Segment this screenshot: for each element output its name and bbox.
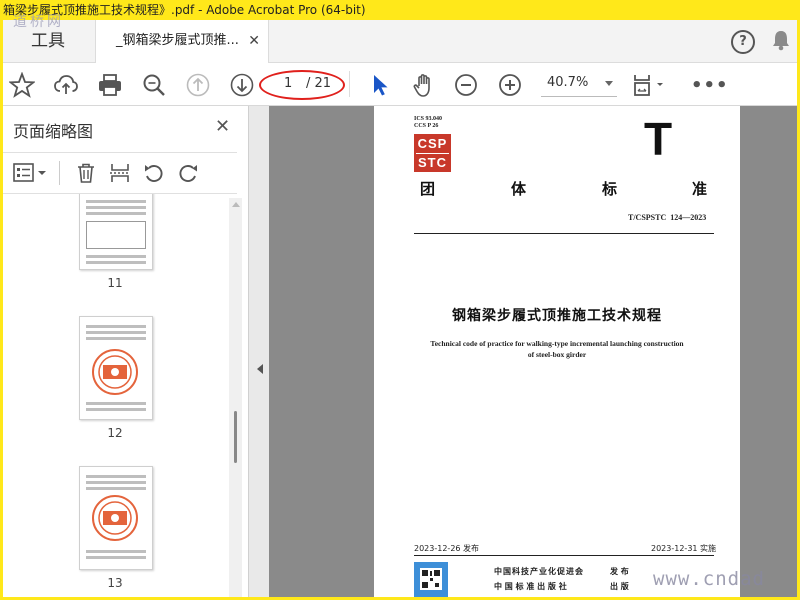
thumbnail-panel: 页面缩略图 ✕ 11 12 13 bbox=[3, 106, 249, 597]
logo-text-top: CSP bbox=[417, 136, 448, 151]
print-icon[interactable] bbox=[97, 72, 123, 98]
standard-code: T/CSPSTC 124—2023 bbox=[628, 213, 707, 222]
document-page[interactable]: ICS 93.040 CCS P 26 CSP STC T 团 体 标 准 T/… bbox=[374, 106, 740, 597]
scroll-up-icon[interactable] bbox=[232, 202, 240, 207]
toolbar-divider bbox=[349, 71, 350, 97]
toolbar: 1 / 21 40.7% ••• bbox=[3, 63, 797, 106]
standard-type-3: 标 bbox=[602, 180, 618, 198]
thumbnail-label: 13 bbox=[107, 576, 123, 590]
page-number-input[interactable]: 1 bbox=[284, 76, 292, 91]
cspstc-logo: CSP STC bbox=[414, 134, 451, 172]
page-thumbnail[interactable] bbox=[79, 466, 153, 570]
zoom-select[interactable]: 40.7% bbox=[541, 72, 617, 97]
page-fit-icon[interactable] bbox=[631, 72, 671, 98]
panel-collapse-handle[interactable] bbox=[249, 106, 269, 597]
thumbnail-list: 11 12 13 bbox=[3, 194, 229, 597]
header-rule bbox=[414, 233, 714, 234]
previous-page-icon[interactable] bbox=[185, 72, 211, 98]
page-thumbnail[interactable] bbox=[79, 316, 153, 420]
thumbnail-label: 11 bbox=[107, 276, 123, 290]
document-title-cn: 钢箱梁步履式顶推施工技术规程 bbox=[452, 308, 662, 324]
effective-date: 2023-12-31 实施 bbox=[651, 544, 717, 553]
scrollbar-thumb[interactable] bbox=[234, 411, 237, 463]
publisher-name-1: 中国科技产业化促进会 bbox=[494, 567, 584, 576]
thumbnail-label: 12 bbox=[107, 426, 123, 440]
tab-bar: 工具 _钢箱梁步履式顶推... ✕ ? bbox=[3, 20, 797, 63]
qr-code-icon bbox=[414, 562, 448, 597]
divider bbox=[59, 161, 60, 185]
publisher-name-2: 中 国 标 准 出 版 社 bbox=[494, 582, 567, 591]
more-options-icon[interactable]: ••• bbox=[691, 75, 729, 96]
publisher-action-2: 出 版 bbox=[610, 582, 629, 591]
panel-toolbar bbox=[3, 152, 237, 194]
standard-letter: T bbox=[644, 113, 673, 165]
options-menu-icon[interactable] bbox=[13, 163, 49, 183]
close-icon[interactable]: ✕ bbox=[248, 32, 260, 50]
logo-text-bottom: STC bbox=[418, 155, 447, 170]
page-total: / 21 bbox=[306, 76, 332, 91]
close-icon[interactable]: ✕ bbox=[215, 116, 230, 137]
ccs-code: CCS P 26 bbox=[414, 123, 439, 129]
delete-icon[interactable] bbox=[75, 162, 97, 184]
seal-stamp-icon bbox=[92, 495, 138, 541]
help-icon[interactable]: ? bbox=[731, 30, 755, 54]
zoom-out-icon[interactable] bbox=[453, 72, 479, 98]
watermark-top: 道桥网 bbox=[13, 14, 64, 30]
document-viewer: ICS 93.040 CCS P 26 CSP STC T 团 体 标 准 T/… bbox=[269, 106, 797, 597]
panel-title: 页面缩略图 bbox=[13, 122, 94, 141]
search-icon[interactable] bbox=[141, 72, 167, 98]
standard-type-2: 体 bbox=[511, 180, 527, 198]
title-bar: 箱梁步履式顶推施工技术规程》.pdf - Adobe Acrobat Pro (… bbox=[3, 0, 797, 20]
rotate-right-icon[interactable] bbox=[177, 162, 199, 184]
tab-document-title: _钢箱梁步履式顶推... bbox=[116, 33, 239, 48]
watermark-bottom: www.cndad bbox=[653, 568, 765, 590]
scrollbar[interactable] bbox=[229, 198, 242, 597]
publish-date: 2023-12-26 发布 bbox=[414, 544, 480, 553]
page-number-control[interactable]: 1 / 21 bbox=[259, 70, 345, 100]
highlight-ellipse bbox=[259, 70, 345, 100]
publisher-action-1: 发 布 bbox=[610, 567, 629, 576]
page-thumbnail[interactable] bbox=[79, 194, 153, 270]
logo-divider bbox=[416, 153, 449, 154]
seal-stamp-icon bbox=[92, 349, 138, 395]
ics-code: ICS 93.040 bbox=[414, 116, 443, 122]
next-page-icon[interactable] bbox=[229, 72, 255, 98]
rotate-left-icon[interactable] bbox=[143, 162, 165, 184]
cloud-upload-icon[interactable] bbox=[53, 72, 79, 98]
extract-pages-icon[interactable] bbox=[109, 162, 131, 184]
app-window: 箱梁步履式顶推施工技术规程》.pdf - Adobe Acrobat Pro (… bbox=[3, 0, 797, 597]
chevron-left-icon bbox=[257, 364, 263, 374]
zoom-value: 40.7% bbox=[547, 75, 589, 90]
zoom-in-icon[interactable] bbox=[497, 72, 523, 98]
hand-tool-icon[interactable] bbox=[411, 72, 437, 98]
document-title-en-line2: of steel-box girder bbox=[527, 350, 587, 359]
document-title-en-line1: Technical code of practice for walking-t… bbox=[430, 339, 684, 348]
star-icon[interactable] bbox=[9, 72, 35, 98]
bell-icon[interactable] bbox=[771, 29, 791, 51]
standard-type-4: 准 bbox=[692, 180, 708, 198]
select-cursor-icon[interactable] bbox=[367, 72, 393, 98]
footer-rule bbox=[414, 555, 714, 556]
standard-type-1: 团 bbox=[420, 180, 436, 198]
tab-document[interactable]: _钢箱梁步履式顶推... ✕ bbox=[95, 20, 269, 63]
chevron-down-icon bbox=[605, 81, 613, 86]
